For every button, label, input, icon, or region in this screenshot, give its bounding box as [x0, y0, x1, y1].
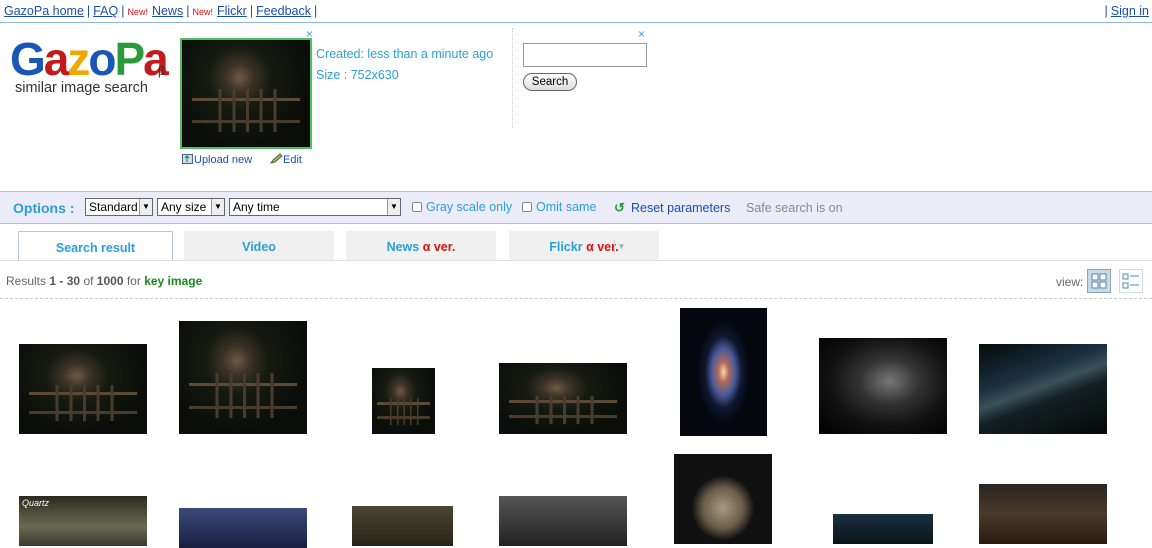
sign-in-link[interactable]: Sign in [1111, 4, 1149, 18]
reset-icon[interactable]: ↺ [614, 200, 625, 216]
list-view-button[interactable] [1119, 269, 1143, 293]
mode-select[interactable]: Standard ▼ [85, 198, 153, 216]
new-badge: New! [127, 7, 148, 17]
reset-parameters-link[interactable]: Reset parameters [631, 201, 730, 215]
tab-divider [0, 260, 1152, 261]
nav-divider [0, 22, 1152, 23]
chevron-down-icon: ▼ [211, 199, 224, 215]
chevron-down-icon: ▼ [387, 199, 400, 215]
nav-home-link[interactable]: GazoPa home [4, 4, 84, 18]
result-thumbnail[interactable] [680, 308, 767, 436]
search-input[interactable] [523, 43, 647, 67]
tab-flickr[interactable]: Flickr α ver. [509, 231, 659, 261]
created-text: Created: less than a minute ago [316, 47, 494, 61]
logo-letter: o [88, 33, 116, 85]
tab-search-result[interactable]: Search result [18, 231, 173, 261]
pencil-icon [269, 153, 283, 164]
logo-letter: G [10, 33, 46, 85]
results-divider [0, 298, 1152, 299]
new-badge: New! [192, 7, 213, 17]
chevron-down-icon[interactable]: ▼ [614, 240, 628, 254]
gazopa-logo[interactable]: GazoPa β similar image search [10, 36, 175, 106]
result-thumbnail[interactable] [819, 338, 947, 434]
size-text: Size : 752x630 [316, 68, 399, 82]
logo-subtitle: similar image search [15, 80, 148, 96]
logo-word: GazoPa [10, 33, 169, 85]
tab-news[interactable]: News α ver. [346, 231, 496, 261]
close-icon[interactable]: × [638, 27, 645, 41]
tab-video[interactable]: Video [184, 231, 334, 261]
safe-search-status: Safe search is on [746, 201, 843, 215]
omit-same-checkbox[interactable] [522, 202, 532, 212]
edit-link[interactable]: Edit [269, 153, 302, 166]
list-icon [1122, 273, 1139, 289]
search-button[interactable]: Search [523, 73, 577, 91]
logo-beta: β [158, 64, 165, 78]
result-thumbnail[interactable] [979, 484, 1107, 544]
upload-icon [182, 154, 193, 164]
separator [512, 28, 514, 128]
nav-faq-link[interactable]: FAQ [93, 4, 118, 18]
options-label: Options : [13, 200, 75, 216]
size-select[interactable]: Any size ▼ [157, 198, 225, 216]
key-image-thumbnail [180, 38, 312, 149]
nav-feedback-link[interactable]: Feedback [256, 4, 311, 18]
chevron-down-icon: ▼ [139, 199, 152, 215]
logo-letter: a [43, 33, 70, 85]
view-label: view: [1056, 275, 1084, 289]
upload-new-link[interactable]: Upload new [182, 153, 252, 166]
result-thumbnail[interactable] [179, 508, 307, 548]
grid-view-button[interactable] [1087, 269, 1111, 293]
result-thumbnail[interactable] [499, 363, 627, 434]
logo-letter: P [114, 33, 145, 85]
result-thumbnail[interactable] [674, 454, 772, 544]
result-thumbnail[interactable] [19, 344, 147, 434]
grayscale-checkbox[interactable] [412, 202, 422, 212]
result-thumbnail[interactable] [979, 344, 1107, 434]
result-thumbnail[interactable] [833, 514, 933, 544]
thumbnail-label: Quartz [22, 498, 50, 508]
result-thumbnail[interactable] [179, 321, 307, 434]
time-select[interactable]: Any time ▼ [229, 198, 401, 216]
result-thumbnail[interactable] [372, 368, 435, 434]
omit-same-label[interactable]: Omit same [536, 200, 596, 214]
logo-letter: z [67, 33, 90, 85]
grayscale-label[interactable]: Gray scale only [426, 200, 512, 214]
top-nav: GazoPa home | FAQ | New! News | New! Flickr | Feed… [4, 4, 1149, 18]
result-thumbnail[interactable] [352, 506, 453, 546]
nav-flickr-link[interactable]: Flickr [217, 4, 247, 18]
results-summary: Results 1 - 30 of 1000 for key image [6, 274, 203, 288]
nav-news-link[interactable]: News [152, 4, 183, 18]
grid-icon [1091, 273, 1107, 289]
